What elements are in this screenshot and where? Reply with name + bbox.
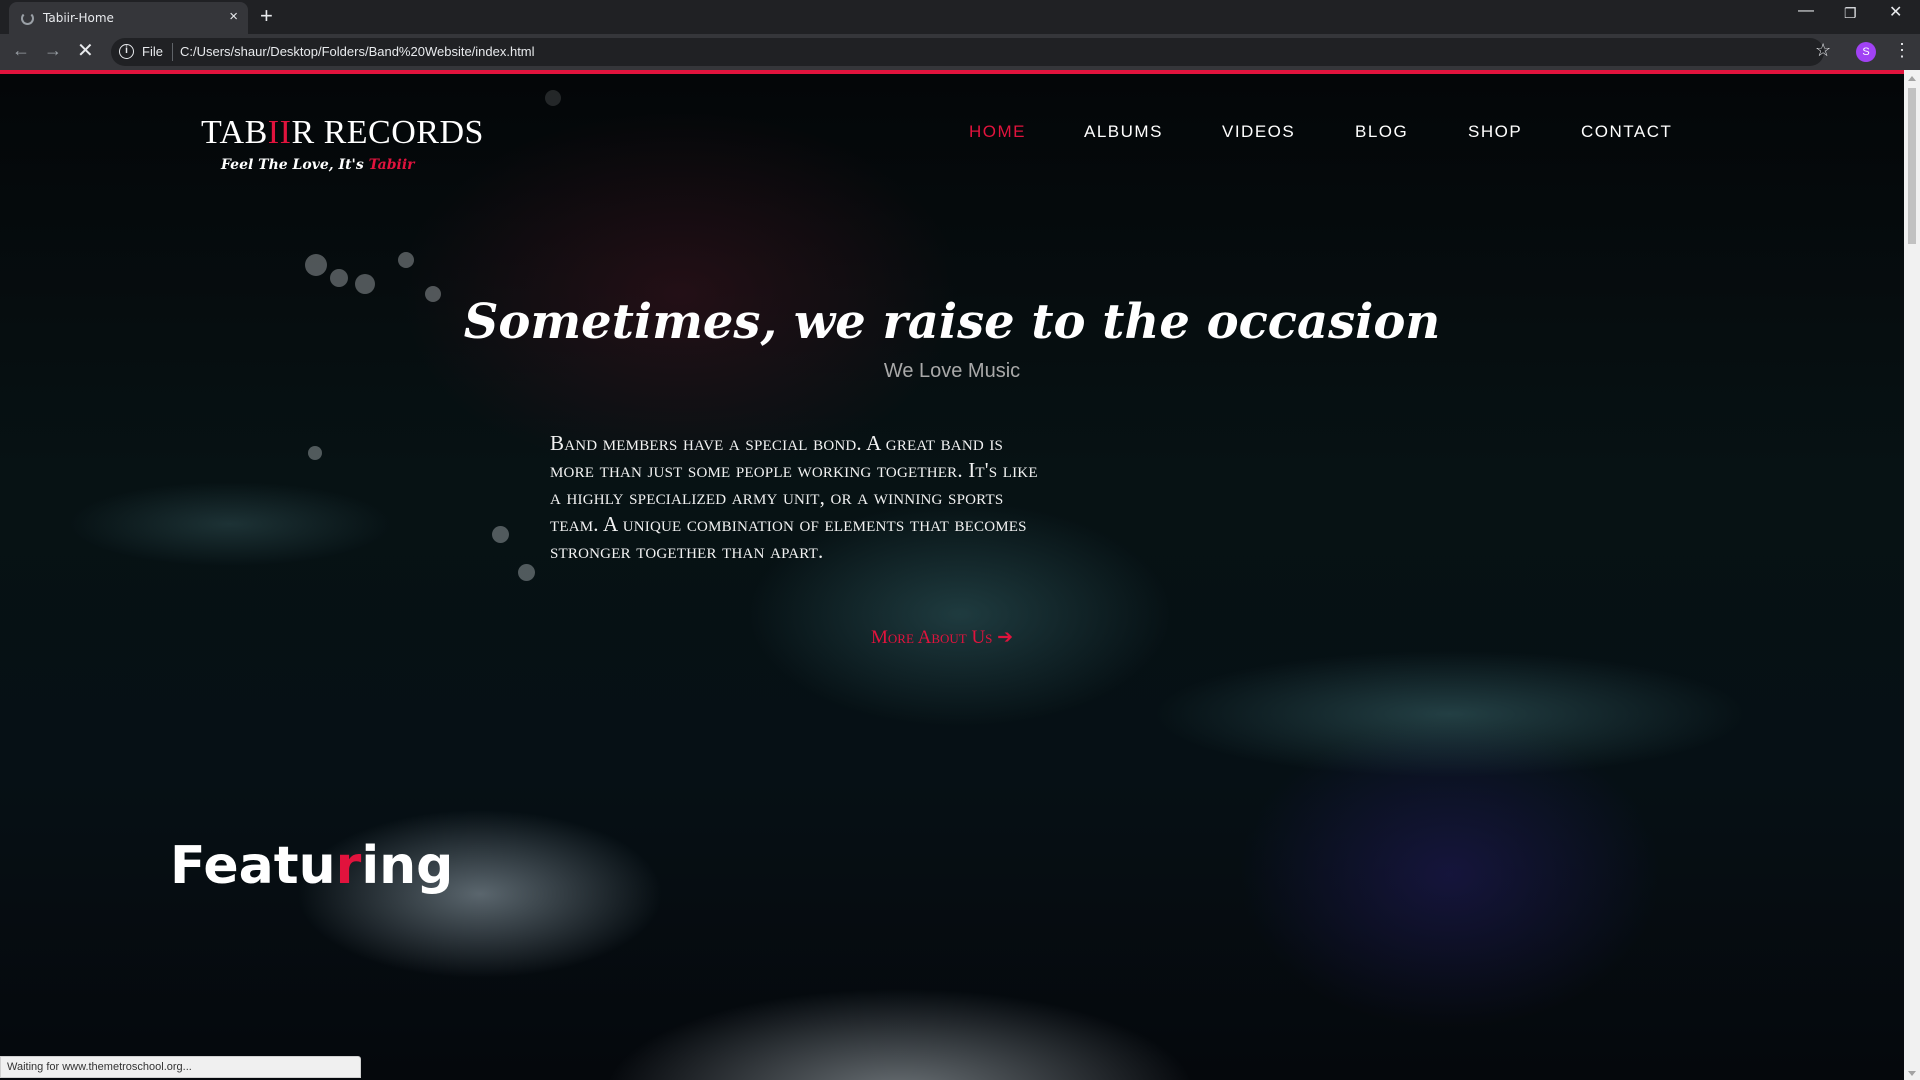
featuring-text: Featu xyxy=(170,836,336,896)
site-logo[interactable]: TABIIR RECORDS xyxy=(201,114,484,152)
nav-contact[interactable]: CONTACT xyxy=(1581,122,1672,142)
nav-home[interactable]: HOME xyxy=(969,122,1026,142)
logo-accent-text: II xyxy=(267,114,292,151)
forward-icon[interactable]: → xyxy=(44,40,62,61)
page-scrollbar[interactable] xyxy=(1904,70,1920,1080)
nav-shop[interactable]: SHOP xyxy=(1468,122,1522,142)
bokeh-light xyxy=(330,269,348,287)
restore-icon[interactable]: ❐ xyxy=(1844,5,1857,22)
hero-body-text: Band members have a special bond. A grea… xyxy=(550,431,1038,563)
browser-tab[interactable]: Tabiir-Home × xyxy=(9,2,248,34)
bookmark-star-icon[interactable]: ☆ xyxy=(1815,40,1831,61)
scroll-down-icon[interactable] xyxy=(1908,1071,1916,1076)
scroll-up-icon[interactable] xyxy=(1908,76,1916,81)
new-tab-icon[interactable]: + xyxy=(260,3,273,29)
scrollbar-thumb[interactable] xyxy=(1908,88,1916,244)
nav-albums[interactable]: ALBUMS xyxy=(1084,122,1163,142)
bokeh-light xyxy=(305,254,327,276)
browser-tab-bar: Tabiir-Home × + — ❐ ✕ xyxy=(0,0,1920,34)
featuring-accent-text: r xyxy=(335,836,362,896)
tab-title: Tabiir-Home xyxy=(43,11,114,25)
bokeh-light xyxy=(518,564,535,581)
bokeh-light xyxy=(308,446,322,460)
arrow-right-icon: ➔ xyxy=(997,626,1014,648)
browser-toolbar: ← → ✕ i File C:/Users/shaur/Desktop/Fold… xyxy=(0,34,1920,70)
bokeh-light xyxy=(492,526,509,543)
nav-blog[interactable]: BLOG xyxy=(1355,122,1408,142)
page-hero-background: TABIIR RECORDS Feel The Love, It's Tabii… xyxy=(0,70,1904,1080)
more-about-us-label: More About Us xyxy=(871,627,993,648)
more-about-us-link[interactable]: More About Us ➔ xyxy=(871,626,1013,649)
hero-subtitle: We Love Music xyxy=(883,360,1021,382)
browser-status-bubble: Waiting for www.themetroschool.org... xyxy=(0,1056,361,1078)
tagline-text: Feel The Love, It's xyxy=(221,157,369,173)
tab-close-icon[interactable]: × xyxy=(229,8,238,25)
url-text[interactable]: C:/Users/shaur/Desktop/Folders/Band%20We… xyxy=(180,44,535,59)
featuring-heading: Featuring xyxy=(170,836,453,896)
logo-text: TAB xyxy=(201,114,268,151)
window-close-icon[interactable]: ✕ xyxy=(1889,2,1902,22)
minimize-icon[interactable]: — xyxy=(1798,2,1814,20)
divider xyxy=(172,43,173,61)
bokeh-light xyxy=(425,286,441,302)
browser-menu-icon[interactable]: ⋮ xyxy=(1893,40,1911,61)
loading-spinner-icon xyxy=(21,12,34,25)
profile-avatar[interactable]: S xyxy=(1856,42,1876,62)
featuring-text: ing xyxy=(361,836,454,896)
info-icon[interactable]: i xyxy=(119,44,134,59)
bokeh-light xyxy=(398,252,414,268)
hero-title: Sometimes, we raise to the occasion xyxy=(463,294,1441,350)
bokeh-light xyxy=(355,274,375,294)
address-bar[interactable]: i File C:/Users/shaur/Desktop/Folders/Ba… xyxy=(111,38,1824,66)
url-scheme-label: File xyxy=(142,44,163,59)
site-tagline: Feel The Love, It's Tabiir xyxy=(221,157,415,173)
logo-text: R RECORDS xyxy=(291,114,484,151)
tagline-accent-text: Tabiir xyxy=(368,157,415,173)
nav-videos[interactable]: VIDEOS xyxy=(1222,122,1295,142)
bokeh-light xyxy=(545,90,561,106)
back-icon[interactable]: ← xyxy=(12,40,30,61)
stop-loading-icon[interactable]: ✕ xyxy=(77,38,94,63)
